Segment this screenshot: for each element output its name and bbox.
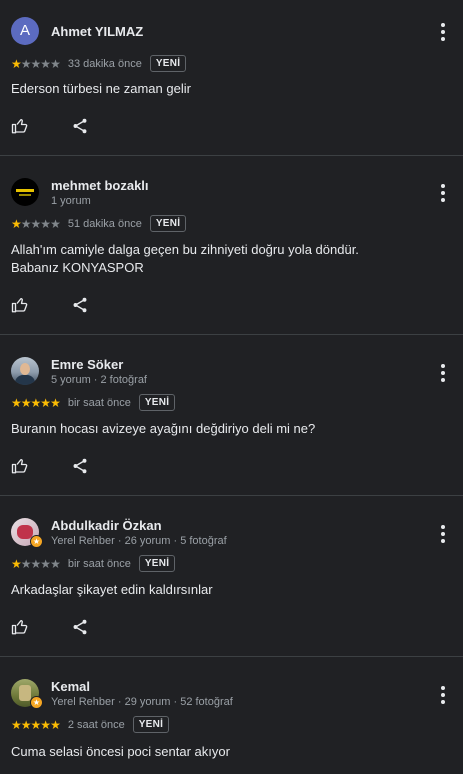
star-empty-icon: ★ [50,56,61,71]
star-empty-icon: ★ [30,556,42,571]
reviewer-name[interactable]: Abdulkadir Özkan [51,518,162,533]
reviewer-name[interactable]: Ahmet YILMAZ [51,24,143,39]
star-filled-icon: ★ [50,717,61,732]
review-card: A Ahmet YILMAZ ★★★★★ 33 dakika önce YENİ… [0,0,463,156]
like-icon[interactable] [11,117,29,135]
star-empty-icon: ★ [20,56,32,71]
star-filled-icon: ★ [11,717,22,732]
share-icon[interactable] [71,117,89,135]
star-filled-icon: ★ [11,216,22,231]
rating-row: ★★★★★ bir saat önce YENİ [11,394,176,411]
star-filled-icon: ★ [11,556,22,571]
star-empty-icon: ★ [50,556,61,571]
new-badge: YENİ [132,716,170,733]
reviewer-stats: 5 yorum · 2 fotoğraf [51,374,147,386]
reviewer-name[interactable]: Kemal [51,679,90,694]
avatar[interactable] [11,178,39,206]
review-actions [11,618,89,636]
share-icon[interactable] [71,618,89,636]
rating-row: ★★★★★ 51 dakika önce YENİ [11,215,187,232]
star-filled-icon: ★ [20,717,32,732]
review-card: ★ Kemal Yerel Rehber · 29 yorum · 52 fot… [0,657,463,774]
review-actions [11,457,89,475]
review-text: Arkadaşlar şikayet edin kaldırsınlar [11,582,213,597]
new-badge: YENİ [138,394,176,411]
share-icon[interactable] [71,457,89,475]
star-filled-icon: ★ [50,395,61,410]
review-actions [11,296,89,314]
rating-row: ★★★★★ 2 saat önce YENİ [11,716,170,733]
like-icon[interactable] [11,457,29,475]
more-options-icon[interactable] [438,364,448,382]
review-card: Emre Söker 5 yorum · 2 fotoğraf ★★★★★ bi… [0,335,463,496]
avatar[interactable]: A [11,17,39,45]
review-time: bir saat önce [67,396,131,409]
more-options-icon[interactable] [438,23,448,41]
review-actions [11,117,89,135]
star-rating: ★★★★★ [11,717,61,732]
reviewer-stats: Yerel Rehber · 26 yorum · 5 fotoğraf [51,535,227,547]
review-card: ★ Abdulkadir Özkan Yerel Rehber · 26 yor… [0,496,463,657]
share-icon[interactable] [71,296,89,314]
star-empty-icon: ★ [40,56,51,71]
review-time: 2 saat önce [67,718,125,731]
review-time: 33 dakika önce [67,57,142,70]
star-rating: ★★★★★ [11,395,61,410]
star-filled-icon: ★ [11,56,22,71]
star-filled-icon: ★ [11,395,22,410]
star-filled-icon: ★ [30,395,42,410]
star-empty-icon: ★ [20,216,32,231]
like-icon[interactable] [11,618,29,636]
star-filled-icon: ★ [40,395,51,410]
review-text: Cuma selasi öncesi poci sentar akıyor [11,744,230,759]
star-empty-icon: ★ [40,556,51,571]
star-empty-icon: ★ [50,216,61,231]
star-empty-icon: ★ [30,56,42,71]
avatar[interactable] [11,357,39,385]
star-filled-icon: ★ [20,395,32,410]
star-rating: ★★★★★ [11,56,61,71]
star-empty-icon: ★ [40,216,51,231]
review-text: Allah'ım camiyle dalga geçen bu zihniyet… [11,242,359,275]
star-rating: ★★★★★ [11,216,61,231]
star-rating: ★★★★★ [11,556,61,571]
local-guide-badge-icon: ★ [30,696,43,709]
rating-row: ★★★★★ 33 dakika önce YENİ [11,55,187,72]
new-badge: YENİ [149,215,187,232]
review-card: mehmet bozaklı 1 yorum ★★★★★ 51 dakika ö… [0,156,463,335]
reviewer-name[interactable]: Emre Söker [51,357,123,372]
more-options-icon[interactable] [438,184,448,202]
new-badge: YENİ [138,555,176,572]
rating-row: ★★★★★ bir saat önce YENİ [11,555,176,572]
more-options-icon[interactable] [438,525,448,543]
star-filled-icon: ★ [40,717,51,732]
local-guide-badge-icon: ★ [30,535,43,548]
reviewer-name[interactable]: mehmet bozaklı [51,178,149,193]
reviewer-stats: Yerel Rehber · 29 yorum · 52 fotoğraf [51,696,233,708]
star-empty-icon: ★ [20,556,32,571]
new-badge: YENİ [149,55,187,72]
review-text: Ederson türbesi ne zaman gelir [11,81,191,96]
review-time: 51 dakika önce [67,217,142,230]
review-text: Buranın hocası avizeye ayağını değdiriyo… [11,421,316,436]
star-filled-icon: ★ [30,717,42,732]
star-empty-icon: ★ [30,216,42,231]
reviewer-stats: 1 yorum [51,195,91,207]
like-icon[interactable] [11,296,29,314]
more-options-icon[interactable] [438,686,448,704]
review-time: bir saat önce [67,557,131,570]
